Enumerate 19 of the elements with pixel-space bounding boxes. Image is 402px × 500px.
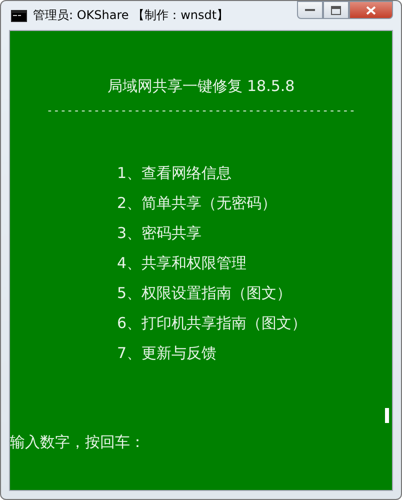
text-cursor [385,408,389,423]
input-prompt: 输入数字，按回车： [10,433,146,452]
maximize-icon [331,6,341,14]
close-icon [366,6,376,14]
close-button[interactable] [349,1,393,19]
dashed-separator: ---------------------------------------------- [45,104,357,117]
maximize-button[interactable] [323,1,349,19]
window-title: 管理员: OKShare 【制作：wnsdt】 [33,7,229,24]
menu-option: 1、查看网络信息 [117,163,392,183]
console-heading: 局域网共享一键修复 18.5.8 [106,77,296,96]
menu-option: 6、打印机共享指南（图文） [117,313,392,333]
menu-option: 3、密码共享 [117,223,392,243]
minimize-button[interactable] [297,1,323,19]
menu-option: 5、权限设置指南（图文） [117,283,392,303]
menu-option: 4、共享和权限管理 [117,253,392,273]
menu-option: 2、简单共享（无密码） [117,193,392,213]
minimize-icon [305,8,315,12]
console-icon [11,10,27,22]
menu-option: 7、更新与反馈 [117,343,392,363]
